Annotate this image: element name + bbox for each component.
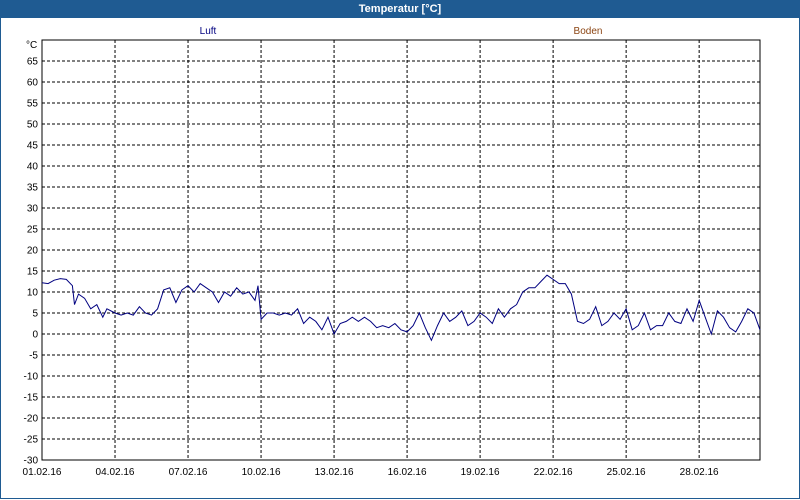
y-tick-label: 15: [27, 267, 39, 278]
y-tick-label: 55: [27, 99, 39, 110]
temperature-chart: 65605550454035302520151050-5-10-15-20-25…: [23, 26, 761, 478]
x-tick-label: 28.02.16: [680, 467, 719, 478]
y-tick-label: -20: [24, 414, 39, 425]
y-tick-label: 30: [27, 204, 39, 215]
x-tick-label: 13.02.16: [315, 467, 354, 478]
legend-boden: Boden: [574, 26, 603, 37]
y-tick-label: 65: [27, 57, 39, 68]
series-line-luft: [41, 274, 761, 342]
grid-lines: [42, 40, 760, 460]
y-axis-ticks: 65605550454035302520151050-5-10-15-20-25…: [24, 57, 39, 467]
y-tick-label: 5: [32, 309, 38, 320]
x-tick-label: 22.02.16: [534, 467, 573, 478]
y-tick-label: 45: [27, 141, 39, 152]
x-tick-label: 04.02.16: [96, 467, 135, 478]
y-tick-label: -5: [29, 351, 38, 362]
y-axis-unit-label: °C: [26, 40, 37, 51]
y-tick-label: 60: [27, 78, 39, 89]
y-tick-label: 20: [27, 246, 39, 257]
x-tick-label: 19.02.16: [461, 467, 500, 478]
x-tick-label: 10.02.16: [242, 467, 281, 478]
y-tick-label: 10: [27, 288, 39, 299]
y-tick-label: -10: [24, 372, 39, 383]
legend-luft: Luft: [200, 26, 217, 37]
x-tick-label: 16.02.16: [388, 467, 427, 478]
y-tick-label: 25: [27, 225, 39, 236]
x-axis-ticks: 01.02.16 04.02.16 07.02.16 10.02.16 13.02.16…: [23, 467, 720, 478]
y-tick-label: 50: [27, 120, 39, 131]
y-tick-label: 35: [27, 183, 39, 194]
y-tick-label: -30: [24, 456, 39, 467]
y-tick-label: -15: [24, 393, 39, 404]
y-tick-label: -25: [24, 435, 39, 446]
x-tick-label: 07.02.16: [169, 467, 208, 478]
y-tick-label: 0: [32, 330, 38, 341]
x-tick-label: 01.02.16: [23, 467, 62, 478]
y-tick-label: 40: [27, 162, 39, 173]
x-tick-label: 25.02.16: [607, 467, 646, 478]
